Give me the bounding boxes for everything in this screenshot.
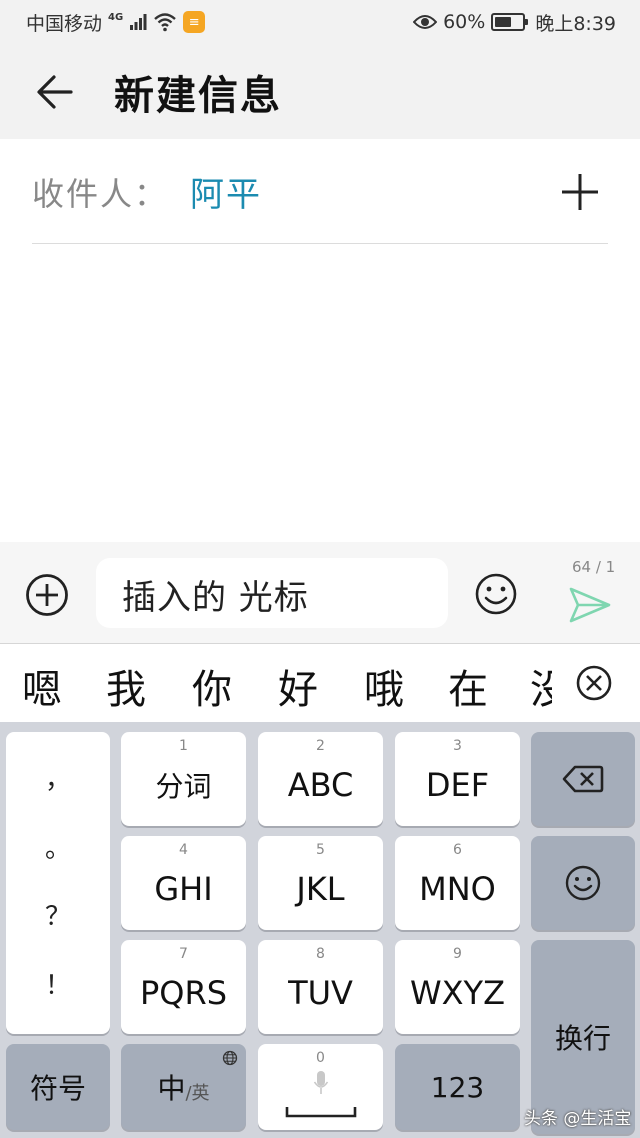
key-8[interactable]: 8 TUV <box>258 940 383 1034</box>
lang-label-sub: /英 <box>185 1083 210 1104</box>
circle-x-icon[interactable] <box>574 663 614 703</box>
key-label: PQRS <box>139 974 228 1012</box>
numbers-key[interactable]: 123 <box>395 1044 520 1130</box>
key-2[interactable]: 2 ABC <box>258 732 383 826</box>
wifi-icon <box>154 13 176 32</box>
clock: 晚上8:39 <box>535 12 616 35</box>
add-recipient-button[interactable] <box>552 164 608 220</box>
key-number: 4 <box>179 842 188 858</box>
smiley-icon <box>565 865 601 901</box>
candidate-word[interactable]: 好 <box>278 657 318 715</box>
punct-question[interactable]: ？ <box>45 904 71 930</box>
notification-icon: ≡ <box>183 11 206 33</box>
battery-icon <box>491 13 529 31</box>
character-counter: 64 / 1 <box>572 558 616 576</box>
key-number: 9 <box>453 946 462 962</box>
symbols-key[interactable]: 符号 <box>6 1044 110 1130</box>
recipient-chip[interactable]: 阿平 <box>190 167 262 216</box>
candidate-word[interactable]: 哦 <box>364 657 404 715</box>
back-button[interactable] <box>0 44 110 139</box>
key-label: GHI <box>154 870 213 908</box>
key-number: 5 <box>316 842 325 858</box>
key-label: TUV <box>288 974 353 1012</box>
key-number: 1 <box>179 738 188 754</box>
send-icon[interactable] <box>568 586 612 624</box>
key-label: 分词 <box>155 770 212 803</box>
key-label: ABC <box>287 766 354 804</box>
key-label: DEF <box>425 766 490 804</box>
numbers-label: 123 <box>430 1070 485 1104</box>
key-number: 6 <box>453 842 462 858</box>
candidate-word[interactable]: 没 <box>530 657 552 715</box>
key-number: 0 <box>316 1050 325 1066</box>
page-title: 新建信息 <box>114 72 282 119</box>
space-bar-icon <box>285 1107 357 1118</box>
lang-label-main: 中 <box>157 1072 186 1105</box>
candidate-word[interactable]: 在 <box>448 657 488 715</box>
key-number: 3 <box>453 738 462 754</box>
key-label: JKL <box>296 870 345 908</box>
candidate-bar: 嗯 我 你 好 哦 在 没 <box>0 645 640 722</box>
candidate-word[interactable]: 我 <box>106 657 146 715</box>
signal-icon <box>130 14 147 30</box>
emoji-key[interactable] <box>531 836 635 930</box>
punct-exclaim[interactable]: ！ <box>45 973 71 999</box>
symbols-label: 符号 <box>29 1072 86 1105</box>
key-6[interactable]: 6 MNO <box>395 836 520 930</box>
network-type: 4G <box>108 11 124 23</box>
back-arrow-icon <box>37 74 73 109</box>
key-1[interactable]: 1 分词 <box>121 732 246 826</box>
key-number: 8 <box>316 946 325 962</box>
microphone-icon <box>313 1071 329 1094</box>
key-9[interactable]: 9 WXYZ <box>395 940 520 1034</box>
space-key[interactable]: 0 <box>258 1044 383 1130</box>
key-3[interactable]: 3 DEF <box>395 732 520 826</box>
battery-percent: 60% <box>443 11 486 33</box>
title-bar: 新建信息 <box>0 44 640 139</box>
plus-icon <box>562 173 598 210</box>
candidate-list: 嗯 我 你 好 哦 在 没 <box>0 645 552 722</box>
smiley-icon[interactable] <box>474 572 518 616</box>
candidate-word[interactable]: 你 <box>192 657 232 715</box>
key-7[interactable]: 7 PQRS <box>121 940 246 1034</box>
message-input[interactable]: 插入的 光标 <box>96 558 448 628</box>
key-number: 7 <box>179 946 188 962</box>
eye-icon <box>413 15 438 29</box>
message-composer: 插入的 光标 64 / 1 <box>0 542 640 644</box>
language-switch-key[interactable]: 中 /英 <box>121 1044 246 1130</box>
key-label: MNO <box>419 870 496 908</box>
key-number: 2 <box>316 738 325 754</box>
recipient-label: 收件人： <box>32 174 169 213</box>
key-4[interactable]: 4 GHI <box>121 836 246 930</box>
enter-label: 换行 <box>554 1022 611 1055</box>
carrier-name: 中国移动 <box>26 12 103 35</box>
t9-keyboard: ， 。 ？ ！ 1 分词 2 ABC 3 DEF 4 GHI 5 JKL 6 M… <box>0 722 640 1138</box>
punct-comma[interactable]: ， <box>45 767 71 793</box>
watermark: 头条 @生活宝 <box>524 1109 632 1129</box>
punct-period[interactable]: 。 <box>45 836 71 862</box>
backspace-key[interactable] <box>531 732 635 826</box>
punctuation-column[interactable]: ， 。 ？ ！ <box>6 732 110 1034</box>
globe-icon <box>222 1050 238 1066</box>
recipient-row: 收件人： 阿平 <box>32 140 608 244</box>
key-5[interactable]: 5 JKL <box>258 836 383 930</box>
circle-plus-icon[interactable] <box>24 572 70 618</box>
candidate-word[interactable]: 嗯 <box>22 657 62 715</box>
key-label: WXYZ <box>409 974 506 1012</box>
status-bar: 中国移动 4G ≡ 60% 晚上8:39 <box>0 0 640 44</box>
backspace-icon <box>562 765 604 793</box>
